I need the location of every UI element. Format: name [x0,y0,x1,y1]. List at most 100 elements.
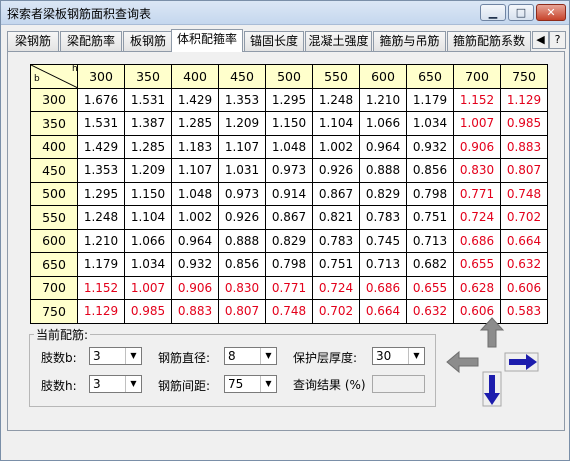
table-cell: 0.964 [171,228,219,253]
table-cell: 0.798 [406,181,454,206]
table-cell: 1.248 [77,205,125,230]
table-row: 450 1.353 1.209 1.107 1.031 0.973 0.926 0.888 0.… [30,158,548,183]
cover-value: 30 [376,349,392,363]
table-cell: 1.295 [265,87,313,112]
table-cell: 0.830 [453,158,501,183]
table-cell: 0.655 [453,252,501,277]
table-row: 750 1.129 0.985 0.883 0.807 0.748 0.702 0.664 0.… [30,299,548,324]
table-cell: 1.107 [171,158,219,183]
table-cell: 0.906 [453,134,501,159]
table-cell: 1.295 [77,181,125,206]
column-header: 450 [218,64,266,89]
row-header: 700 [30,275,78,300]
tab-anchorage[interactable]: 锚固长度 [244,31,304,51]
row-header: 750 [30,299,78,324]
help-icon[interactable]: ? [549,31,566,49]
limbs-b-value: 3 [93,349,101,363]
table-cell: 1.179 [406,87,454,112]
table-cell: 0.783 [359,205,407,230]
limbs-b-select[interactable]: 3 ▼ [89,347,142,365]
table-cell: 1.104 [312,111,360,136]
column-header: 700 [453,64,501,89]
bar-diameter-select[interactable]: 8 ▼ [224,347,277,365]
table-cell: 1.353 [77,158,125,183]
row-header: 400 [30,134,78,159]
close-button[interactable]: ✕ [536,4,566,21]
table-cell: 1.179 [77,252,125,277]
arrow-right-icon[interactable] [504,345,539,379]
table-cell: 0.883 [171,299,219,324]
row-header: 450 [30,158,78,183]
table-cell: 0.807 [500,158,548,183]
tab-volumetric-stirrup[interactable]: 体积配箍率 [171,29,243,52]
row-header: 500 [30,181,78,206]
table-cell: 1.129 [500,87,548,112]
table-cell: 0.724 [312,275,360,300]
column-header: 350 [124,64,172,89]
table-cell: 0.798 [265,252,313,277]
bar-diameter-value: 8 [228,349,236,363]
table-cell: 1.152 [77,275,125,300]
table-cell: 1.353 [218,87,266,112]
tab-beam-rebar[interactable]: 梁钢筋 [7,31,59,51]
table-cell: 0.783 [312,228,360,253]
tab-scroll-left-icon[interactable]: ◀ [532,31,549,49]
tab-concrete-strength[interactable]: 混凝土强度 [305,31,372,51]
table-cell: 0.751 [406,205,454,230]
result-field [372,375,425,393]
table-cell: 0.702 [312,299,360,324]
column-header: 400 [171,64,219,89]
table-cell: 0.655 [406,275,454,300]
arrow-down-icon[interactable] [475,371,509,407]
corner-cell: bh [30,64,78,89]
table-cell: 1.104 [124,205,172,230]
table-cell: 1.066 [359,111,407,136]
table-cell: 1.285 [124,134,172,159]
table-cell: 1.387 [124,111,172,136]
table-row: 500 1.295 1.150 1.048 0.973 0.914 0.867 0.829 0.… [30,181,548,206]
maximize-button[interactable]: □ [508,4,534,21]
table-cell: 0.829 [265,228,313,253]
table-row: 300 1.676 1.531 1.429 1.353 1.295 1.248 1.210 1.… [30,87,548,112]
chevron-down-icon: ▼ [408,348,424,364]
table-cell: 1.007 [453,111,501,136]
table-cell: 0.973 [218,181,266,206]
table-cell: 1.248 [312,87,360,112]
table-cell: 1.210 [359,87,407,112]
table-cell: 0.807 [218,299,266,324]
table-cell: 0.632 [500,252,548,277]
limbs-h-select[interactable]: 3 ▼ [89,375,142,393]
bar-spacing-value: 75 [228,377,244,391]
table-cell: 0.883 [500,134,548,159]
tab-stirrup-coefficient[interactable]: 箍筋配筋系数 [447,31,531,51]
table-cell: 1.129 [77,299,125,324]
minimize-button[interactable]: ▁ [480,4,506,21]
table-cell: 1.183 [171,134,219,159]
table-cell: 1.007 [124,275,172,300]
title-bar: 探索者梁板钢筋面积查询表 ▁ □ ✕ [1,1,569,25]
table-cell: 1.210 [77,228,125,253]
table-cell: 1.676 [77,87,125,112]
bar-spacing-select[interactable]: 75 ▼ [224,375,277,393]
table-cell: 0.713 [406,228,454,253]
table-cell: 0.829 [359,181,407,206]
chevron-down-icon: ▼ [125,376,141,392]
table-cell: 1.034 [406,111,454,136]
table-cell: 0.867 [312,181,360,206]
table-cell: 1.429 [77,134,125,159]
table-cell: 1.048 [265,134,313,159]
chevron-down-icon: ▼ [260,348,276,364]
tab-beam-ratio[interactable]: 梁配筋率 [60,31,122,51]
result-label: 查询结果 (%) [293,378,366,392]
cover-select[interactable]: 30 ▼ [372,347,425,365]
tab-slab-rebar[interactable]: 板钢筋 [123,31,173,51]
limbs-h-label: 肢数h: [41,379,77,393]
tab-stirrup-hanger[interactable]: 箍筋与吊筋 [373,31,446,51]
chevron-down-icon: ▼ [125,348,141,364]
window-title: 探索者梁板钢筋面积查询表 [7,7,152,21]
limbs-b-label: 肢数b: [41,351,77,365]
arrow-left-icon[interactable] [445,345,479,379]
corner-h-label: h [72,64,78,74]
table-cell: 0.906 [171,275,219,300]
table-cell: 0.830 [218,275,266,300]
